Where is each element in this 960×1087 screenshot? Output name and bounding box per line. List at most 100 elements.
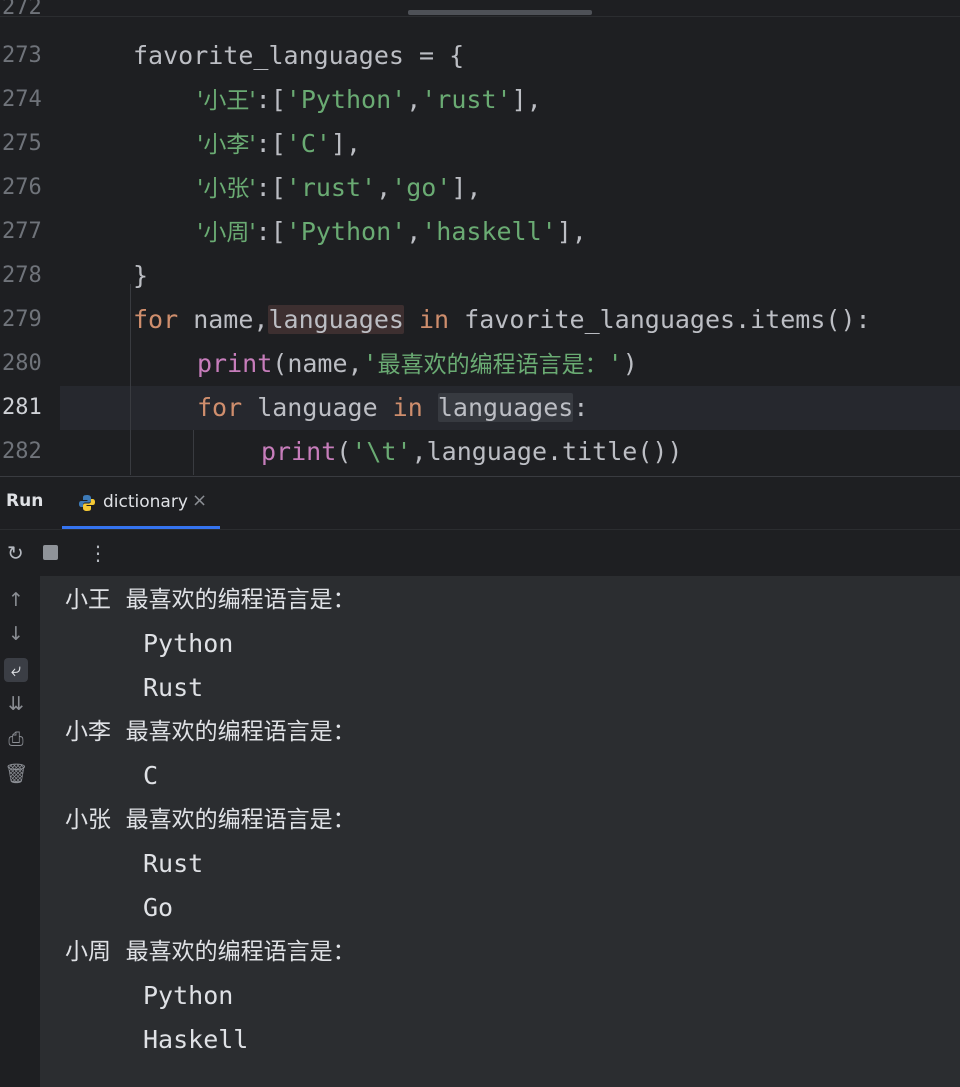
code-token: :[ (255, 85, 286, 114)
run-panel-header: Run dictionary × (0, 476, 960, 529)
line-number: 277 (2, 219, 42, 244)
line-number: 276 (2, 175, 42, 200)
string-token: '小周' (197, 220, 256, 246)
output-language: Rust (143, 673, 204, 702)
output-language: Haskell (143, 1025, 249, 1054)
highlighted-identifier: languages (268, 305, 404, 334)
builtin-token: print (197, 349, 273, 378)
code-line-274[interactable]: '小王':['Python','rust'], (197, 78, 542, 123)
output-language: Go (143, 893, 174, 922)
code-token: : (573, 393, 589, 422)
indent-guide (193, 430, 194, 475)
code-line-277[interactable]: '小周':['Python','haskell'], (197, 210, 587, 255)
builtin-token: print (261, 437, 337, 466)
keyword-token: for (197, 393, 243, 422)
run-panel-title: Run (6, 491, 44, 511)
code-token: ], (556, 217, 587, 246)
code-token: , (376, 173, 392, 202)
line-number: 280 (2, 351, 42, 376)
code-line-276[interactable]: '小张':['rust','go'], (197, 166, 481, 211)
python-icon (79, 495, 95, 511)
string-token: 'rust' (285, 173, 377, 202)
trash-icon[interactable]: 🗑 (4, 762, 28, 786)
code-line-278[interactable]: } (133, 254, 148, 298)
line-number: 275 (2, 131, 42, 156)
code-token: } (133, 261, 149, 290)
console-output[interactable]: 小王 最喜欢的编程语言是： Python Rust 小李 最喜欢的编程语言是： … (40, 576, 960, 1087)
keyword-token: in (419, 305, 450, 334)
more-options-icon[interactable]: ⋮ (88, 542, 108, 564)
output-line: 小周 最喜欢的编程语言是： (65, 939, 356, 965)
line-number-current: 281 (2, 395, 42, 420)
line-number: 282 (2, 439, 42, 464)
code-token: :[ (255, 129, 286, 158)
code-line-275[interactable]: '小李':['C'], (197, 122, 361, 167)
string-token: 'C' (285, 129, 331, 158)
output-language: Rust (143, 849, 204, 878)
tab-label: dictionary (103, 492, 188, 512)
editor-top-bar (0, 0, 960, 17)
code-line-279[interactable]: for name,languages in favorite_languages… (133, 298, 871, 342)
variable-token: favorite_languages (133, 41, 404, 70)
line-number: 272 (2, 0, 42, 20)
code-token: ) (622, 349, 638, 378)
string-token: '小李' (197, 132, 256, 158)
code-token: :[ (255, 173, 286, 202)
run-toolbar: ↻ ⋮ (0, 529, 960, 576)
string-token: 'Python' (285, 85, 407, 114)
close-icon[interactable]: × (192, 490, 207, 511)
stop-icon[interactable] (43, 545, 58, 560)
output-language: C (143, 761, 159, 790)
string-token: '\t' (351, 437, 412, 466)
line-number: 274 (2, 87, 42, 112)
line-number-gutter: 272 273 274 275 276 277 278 279 280 281 … (0, 0, 60, 475)
soft-wrap-icon[interactable]: ⤶ (4, 658, 28, 682)
code-editor[interactable]: 272 273 274 275 276 277 278 279 280 281 … (0, 0, 960, 475)
line-number: 278 (2, 263, 42, 288)
output-line: 小李 最喜欢的编程语言是： (65, 719, 356, 745)
code-token: ], (451, 173, 482, 202)
output-line: 小张 最喜欢的编程语言是： (65, 807, 356, 833)
indent-guide (130, 284, 131, 475)
code-token: ], (330, 129, 362, 158)
code-line-273[interactable]: favorite_languages = { (133, 34, 464, 78)
string-token: 'rust' (421, 85, 512, 114)
run-side-toolbar: ↑ ↓ ⤶ ⇊ ⎙ 🗑 (0, 576, 40, 1087)
line-number: 279 (2, 307, 42, 332)
rerun-icon[interactable]: ↻ (7, 542, 24, 564)
output-line: 小王 最喜欢的编程语言是： (65, 587, 356, 613)
tab-dictionary[interactable]: dictionary × (62, 477, 220, 529)
code-line-282[interactable]: print('\t',language.title()) (261, 430, 682, 474)
code-token: (name, (272, 349, 363, 378)
code-token: :[ (255, 217, 286, 246)
keyword-token: for (133, 305, 179, 334)
code-token: name, (178, 305, 269, 334)
code-token: language (242, 393, 393, 422)
line-number: 273 (2, 43, 42, 68)
scroll-to-end-icon[interactable]: ⇊ (4, 692, 28, 716)
string-token: '小张' (197, 176, 256, 202)
horizontal-scrollbar[interactable] (408, 10, 592, 15)
highlighted-identifier: languages (437, 393, 574, 422)
code-token: favorite_languages.items(): (449, 305, 871, 334)
code-token: = { (403, 41, 465, 70)
scroll-down-icon[interactable]: ↓ (4, 622, 28, 646)
code-line-281[interactable]: for language in languages: (197, 386, 588, 430)
string-token: ' (607, 349, 623, 378)
code-token: , (406, 217, 422, 246)
string-token: ' (362, 349, 378, 378)
string-token: 'Python' (285, 217, 407, 246)
keyword-token: in (392, 393, 423, 422)
string-token: 最喜欢的编程语言是： (377, 352, 608, 378)
code-token: ,language.title()) (411, 437, 683, 466)
output-language: Python (143, 981, 234, 1010)
scroll-up-icon[interactable]: ↑ (4, 588, 28, 612)
code-token: ], (511, 85, 542, 114)
code-token: ( (336, 437, 352, 466)
print-icon[interactable]: ⎙ (4, 727, 28, 751)
code-line-280[interactable]: print(name,'最喜欢的编程语言是：') (197, 342, 638, 387)
string-token: 'go' (391, 173, 452, 202)
string-token: '小王' (197, 88, 256, 114)
